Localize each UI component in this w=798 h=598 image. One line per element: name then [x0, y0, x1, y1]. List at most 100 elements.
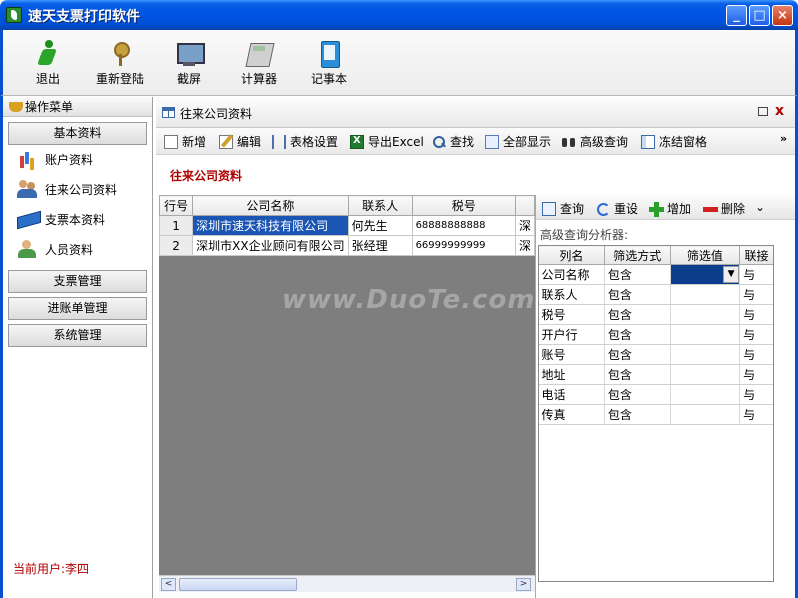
- join-cell[interactable]: 与: [739, 404, 774, 425]
- sidebar-item-accounts[interactable]: 账户资料: [3, 145, 152, 175]
- filter-value-cell[interactable]: [670, 304, 741, 325]
- delete-condition-button[interactable]: 删除: [703, 200, 745, 217]
- add-condition-button[interactable]: 增加: [649, 200, 691, 217]
- company-grid[interactable]: 行号 公司名称 联系人 税号 1 深圳市速天科技有限公司 何先生 6888888…: [159, 195, 535, 578]
- find-button[interactable]: 查找: [432, 133, 474, 150]
- relogin-button[interactable]: 重新登陆: [85, 30, 155, 87]
- join-cell[interactable]: 与: [739, 264, 774, 285]
- advanced-query-button[interactable]: 高级查询: [562, 133, 628, 150]
- delete-dropdown-arrow[interactable]: ⌄: [755, 200, 765, 214]
- query-row[interactable]: 公司名称 包含 ▼ 与: [538, 264, 774, 285]
- close-button[interactable]: ×: [772, 5, 793, 26]
- maximize-button[interactable]: □: [749, 5, 770, 26]
- query-row[interactable]: 联系人 包含 与: [538, 284, 774, 305]
- query-row[interactable]: 开户行 包含 与: [538, 324, 774, 345]
- column-header-filter-value[interactable]: 筛选值: [669, 245, 741, 265]
- restore-icon[interactable]: [758, 107, 768, 116]
- section-ledger-management[interactable]: 进账单管理: [8, 297, 147, 320]
- show-all-button[interactable]: 全部显示: [485, 133, 551, 150]
- filter-value-cell[interactable]: [670, 404, 741, 425]
- reset-button[interactable]: 重设: [596, 200, 638, 217]
- edit-button[interactable]: 编辑: [219, 133, 261, 150]
- section-system-management[interactable]: 系统管理: [8, 324, 147, 347]
- sidebar-item-partner-companies[interactable]: 往来公司资料: [3, 175, 152, 205]
- panel-close-button[interactable]: x: [775, 103, 784, 119]
- freeze-panes-button[interactable]: 冻结窗格: [641, 133, 707, 150]
- row-number[interactable]: 1: [159, 215, 194, 236]
- notepad-button[interactable]: 记事本: [294, 30, 364, 87]
- column-header-row-number[interactable]: 行号: [159, 195, 194, 216]
- field-cell[interactable]: 公司名称: [538, 264, 605, 285]
- partial-cell[interactable]: 深: [514, 235, 535, 256]
- query-row[interactable]: 电话 包含 与: [538, 384, 774, 405]
- field-cell[interactable]: 地址: [538, 364, 605, 385]
- filter-value-cell[interactable]: [670, 384, 741, 405]
- horizontal-scrollbar[interactable]: < >: [159, 575, 535, 592]
- company-name-cell[interactable]: 深圳市XX企业顾问有限公司: [192, 235, 349, 256]
- screenshot-button[interactable]: 截屏: [154, 30, 224, 87]
- field-cell[interactable]: 传真: [538, 404, 605, 425]
- filter-mode-cell[interactable]: 包含: [604, 284, 671, 305]
- table-settings-button[interactable]: 表格设置: [272, 133, 338, 150]
- export-excel-button[interactable]: 导出Excel: [350, 133, 424, 150]
- join-cell[interactable]: 与: [739, 364, 774, 385]
- query-button[interactable]: 查询: [542, 200, 584, 217]
- sidebar-item-staff[interactable]: 人员资料: [3, 235, 152, 265]
- toolbar-overflow-button[interactable]: »: [780, 132, 787, 145]
- query-row[interactable]: 地址 包含 与: [538, 364, 774, 385]
- table-row[interactable]: 2 深圳市XX企业顾问有限公司 张经理 66999999999 深: [159, 235, 535, 256]
- contact-cell[interactable]: 张经理: [347, 235, 413, 256]
- filter-mode-cell[interactable]: 包含: [604, 384, 671, 405]
- filter-mode-cell[interactable]: 包含: [604, 404, 671, 425]
- minimize-button[interactable]: _: [726, 5, 747, 26]
- field-cell[interactable]: 开户行: [538, 324, 605, 345]
- column-header-field[interactable]: 列名: [538, 245, 605, 265]
- column-header-filter-mode[interactable]: 筛选方式: [603, 245, 671, 265]
- join-cell[interactable]: 与: [739, 344, 774, 365]
- column-header-contact[interactable]: 联系人: [347, 195, 413, 216]
- table-row[interactable]: 1 深圳市速天科技有限公司 何先生 68888888888 深: [159, 215, 535, 236]
- scroll-left-button[interactable]: <: [161, 578, 176, 591]
- calculator-button[interactable]: 计算器: [224, 30, 294, 87]
- new-button[interactable]: 新增: [164, 133, 206, 150]
- filter-value-cell[interactable]: [670, 324, 741, 345]
- field-cell[interactable]: 电话: [538, 384, 605, 405]
- filter-mode-cell[interactable]: 包含: [604, 324, 671, 345]
- query-row[interactable]: 税号 包含 与: [538, 304, 774, 325]
- column-header-partial[interactable]: [514, 195, 535, 216]
- company-name-cell[interactable]: 深圳市速天科技有限公司: [192, 215, 349, 236]
- tax-number-cell[interactable]: 66999999999: [411, 235, 516, 256]
- filter-value-cell[interactable]: [670, 284, 741, 305]
- contact-cell[interactable]: 何先生: [347, 215, 413, 236]
- join-cell[interactable]: 与: [739, 284, 774, 305]
- join-cell[interactable]: 与: [739, 304, 774, 325]
- filter-mode-cell[interactable]: 包含: [604, 364, 671, 385]
- query-row[interactable]: 传真 包含 与: [538, 404, 774, 425]
- join-cell[interactable]: 与: [739, 324, 774, 345]
- scroll-thumb[interactable]: [179, 578, 297, 591]
- join-cell[interactable]: 与: [739, 384, 774, 405]
- column-header-join[interactable]: 联接: [739, 245, 774, 265]
- tax-number-cell[interactable]: 68888888888: [411, 215, 516, 236]
- filter-mode-cell[interactable]: 包含: [604, 304, 671, 325]
- section-basic-info[interactable]: 基本资料: [8, 122, 147, 145]
- field-cell[interactable]: 联系人: [538, 284, 605, 305]
- filter-value-dropdown[interactable]: ▼: [670, 264, 741, 285]
- scroll-right-button[interactable]: >: [516, 578, 531, 591]
- section-cheque-management[interactable]: 支票管理: [8, 270, 147, 293]
- filter-value-cell[interactable]: [670, 364, 741, 385]
- column-header-tax-number[interactable]: 税号: [411, 195, 516, 216]
- panel-header: 往来公司资料 x: [156, 97, 795, 128]
- sidebar-item-chequebooks[interactable]: 支票本资料: [3, 205, 152, 235]
- partial-cell[interactable]: 深: [514, 215, 535, 236]
- filter-mode-cell[interactable]: 包含: [604, 344, 671, 365]
- filter-value-cell[interactable]: [670, 344, 741, 365]
- row-number[interactable]: 2: [159, 235, 194, 256]
- column-header-company-name[interactable]: 公司名称: [192, 195, 349, 216]
- filter-mode-cell[interactable]: 包含: [604, 264, 671, 285]
- query-row[interactable]: 账号 包含 与: [538, 344, 774, 365]
- exit-button[interactable]: 退出: [13, 30, 83, 87]
- dropdown-arrow-icon[interactable]: ▼: [723, 266, 740, 283]
- field-cell[interactable]: 账号: [538, 344, 605, 365]
- field-cell[interactable]: 税号: [538, 304, 605, 325]
